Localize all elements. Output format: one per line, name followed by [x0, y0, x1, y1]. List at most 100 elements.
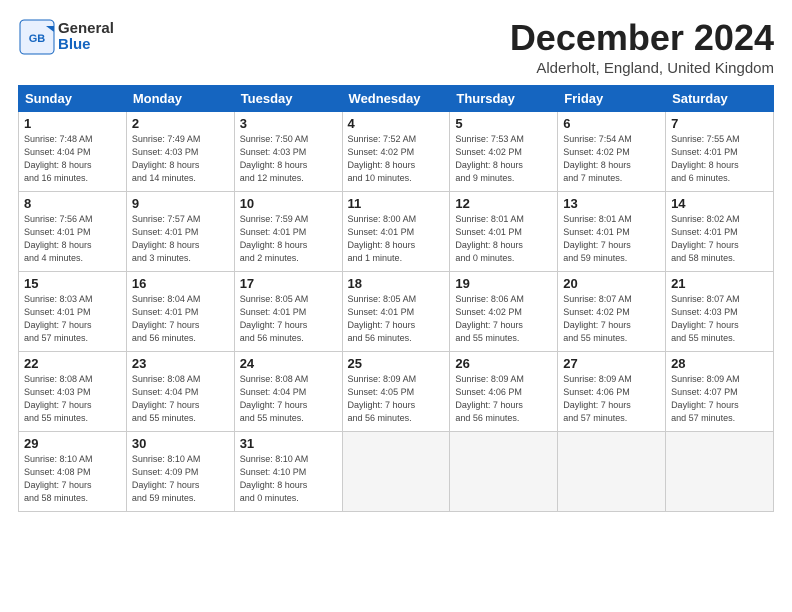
day-info: Sunrise: 8:06 AMSunset: 4:02 PMDaylight:…	[455, 293, 552, 345]
day-number: 1	[24, 116, 121, 131]
day-info: Sunrise: 7:55 AMSunset: 4:01 PMDaylight:…	[671, 133, 768, 185]
calendar-cell: 30Sunrise: 8:10 AMSunset: 4:09 PMDayligh…	[126, 431, 234, 511]
day-number: 21	[671, 276, 768, 291]
day-info: Sunrise: 8:08 AMSunset: 4:03 PMDaylight:…	[24, 373, 121, 425]
day-info: Sunrise: 8:04 AMSunset: 4:01 PMDaylight:…	[132, 293, 229, 345]
day-number: 17	[240, 276, 337, 291]
day-number: 26	[455, 356, 552, 371]
calendar-week-4: 22 Sunrise: 8:08 AMSunset: 4:03 PMDayligh…	[19, 351, 774, 431]
day-info: Sunrise: 8:10 AMSunset: 4:09 PMDaylight:…	[132, 453, 229, 505]
day-info: Sunrise: 7:56 AMSunset: 4:01 PMDaylight:…	[24, 213, 121, 265]
weekday-row: Sunday Monday Tuesday Wednesday Thursday…	[19, 85, 774, 111]
day-number: 13	[563, 196, 660, 211]
month-title: December 2024	[510, 18, 774, 58]
day-info: Sunrise: 8:10 AMSunset: 4:08 PMDaylight:…	[24, 453, 121, 505]
location: Alderholt, England, United Kingdom	[510, 60, 774, 77]
calendar-cell: 11Sunrise: 8:00 AMSunset: 4:01 PMDayligh…	[342, 191, 450, 271]
day-number: 12	[455, 196, 552, 211]
day-number: 6	[563, 116, 660, 131]
day-info: Sunrise: 8:00 AMSunset: 4:01 PMDaylight:…	[348, 213, 445, 265]
calendar-cell: 18 Sunrise: 8:05 AMSunset: 4:01 PMDayligh…	[342, 271, 450, 351]
calendar-cell: 16 Sunrise: 8:04 AMSunset: 4:01 PMDayligh…	[126, 271, 234, 351]
day-number: 27	[563, 356, 660, 371]
calendar-week-1: 1 Sunrise: 7:48 AMSunset: 4:04 PMDaylight…	[19, 111, 774, 191]
day-info: Sunrise: 7:59 AMSunset: 4:01 PMDaylight:…	[240, 213, 337, 265]
calendar-cell: 1 Sunrise: 7:48 AMSunset: 4:04 PMDaylight…	[19, 111, 127, 191]
calendar-cell: 24 Sunrise: 8:08 AMSunset: 4:04 PMDayligh…	[234, 351, 342, 431]
day-info: Sunrise: 7:50 AMSunset: 4:03 PMDaylight:…	[240, 133, 337, 185]
day-info: Sunrise: 8:09 AMSunset: 4:06 PMDaylight:…	[455, 373, 552, 425]
day-number: 3	[240, 116, 337, 131]
col-thursday: Thursday	[450, 85, 558, 111]
day-info: Sunrise: 8:01 AMSunset: 4:01 PMDaylight:…	[563, 213, 660, 265]
day-number: 29	[24, 436, 121, 451]
calendar-week-5: 29 Sunrise: 8:10 AMSunset: 4:08 PMDayligh…	[19, 431, 774, 511]
calendar-cell: 4 Sunrise: 7:52 AMSunset: 4:02 PMDaylight…	[342, 111, 450, 191]
day-info: Sunrise: 8:09 AMSunset: 4:05 PMDaylight:…	[348, 373, 445, 425]
day-number: 16	[132, 276, 229, 291]
col-monday: Monday	[126, 85, 234, 111]
day-number: 9	[132, 196, 229, 211]
calendar-cell: 19 Sunrise: 8:06 AMSunset: 4:02 PMDayligh…	[450, 271, 558, 351]
day-number: 10	[240, 196, 337, 211]
logo-blue: Blue	[58, 36, 91, 53]
day-info: Sunrise: 8:03 AMSunset: 4:01 PMDaylight:…	[24, 293, 121, 345]
calendar-cell: 2 Sunrise: 7:49 AMSunset: 4:03 PMDaylight…	[126, 111, 234, 191]
logo-text-block: General Blue	[58, 21, 114, 54]
calendar-page: GB General Blue December 2024 Alderholt,…	[0, 0, 792, 612]
day-number: 22	[24, 356, 121, 371]
calendar-cell: 15 Sunrise: 8:03 AMSunset: 4:01 PMDayligh…	[19, 271, 127, 351]
day-info: Sunrise: 7:53 AMSunset: 4:02 PMDaylight:…	[455, 133, 552, 185]
logo-general: General	[58, 20, 114, 37]
day-number: 18	[348, 276, 445, 291]
calendar-cell: 31Sunrise: 8:10 AMSunset: 4:10 PMDayligh…	[234, 431, 342, 511]
day-number: 28	[671, 356, 768, 371]
calendar-cell: 8 Sunrise: 7:56 AMSunset: 4:01 PMDaylight…	[19, 191, 127, 271]
day-info: Sunrise: 8:08 AMSunset: 4:04 PMDaylight:…	[132, 373, 229, 425]
day-info: Sunrise: 8:07 AMSunset: 4:02 PMDaylight:…	[563, 293, 660, 345]
col-friday: Friday	[558, 85, 666, 111]
calendar-table: Sunday Monday Tuesday Wednesday Thursday…	[18, 85, 774, 512]
col-sunday: Sunday	[19, 85, 127, 111]
title-block: December 2024 Alderholt, England, United…	[510, 18, 774, 77]
day-number: 14	[671, 196, 768, 211]
calendar-cell: 14 Sunrise: 8:02 AMSunset: 4:01 PMDayligh…	[666, 191, 774, 271]
day-info: Sunrise: 8:05 AMSunset: 4:01 PMDaylight:…	[348, 293, 445, 345]
day-number: 7	[671, 116, 768, 131]
calendar-cell	[450, 431, 558, 511]
calendar-cell: 25Sunrise: 8:09 AMSunset: 4:05 PMDayligh…	[342, 351, 450, 431]
day-number: 24	[240, 356, 337, 371]
day-info: Sunrise: 8:10 AMSunset: 4:10 PMDaylight:…	[240, 453, 337, 505]
day-info: Sunrise: 8:01 AMSunset: 4:01 PMDaylight:…	[455, 213, 552, 265]
calendar-cell	[558, 431, 666, 511]
day-number: 4	[348, 116, 445, 131]
calendar-week-3: 15 Sunrise: 8:03 AMSunset: 4:01 PMDayligh…	[19, 271, 774, 351]
calendar-header: Sunday Monday Tuesday Wednesday Thursday…	[19, 85, 774, 111]
day-info: Sunrise: 8:02 AMSunset: 4:01 PMDaylight:…	[671, 213, 768, 265]
calendar-cell: 7 Sunrise: 7:55 AMSunset: 4:01 PMDaylight…	[666, 111, 774, 191]
col-tuesday: Tuesday	[234, 85, 342, 111]
calendar-cell: 29 Sunrise: 8:10 AMSunset: 4:08 PMDayligh…	[19, 431, 127, 511]
day-info: Sunrise: 7:52 AMSunset: 4:02 PMDaylight:…	[348, 133, 445, 185]
header: GB General Blue December 2024 Alderholt,…	[18, 18, 774, 77]
day-info: Sunrise: 8:08 AMSunset: 4:04 PMDaylight:…	[240, 373, 337, 425]
calendar-cell: 21Sunrise: 8:07 AMSunset: 4:03 PMDayligh…	[666, 271, 774, 351]
calendar-cell: 10 Sunrise: 7:59 AMSunset: 4:01 PMDayligh…	[234, 191, 342, 271]
logo: GB General Blue	[18, 18, 114, 56]
day-number: 8	[24, 196, 121, 211]
logo-icon: GB	[18, 18, 56, 56]
day-number: 15	[24, 276, 121, 291]
day-info: Sunrise: 7:57 AMSunset: 4:01 PMDaylight:…	[132, 213, 229, 265]
day-number: 19	[455, 276, 552, 291]
calendar-cell: 12 Sunrise: 8:01 AMSunset: 4:01 PMDayligh…	[450, 191, 558, 271]
day-info: Sunrise: 7:54 AMSunset: 4:02 PMDaylight:…	[563, 133, 660, 185]
day-info: Sunrise: 8:09 AMSunset: 4:07 PMDaylight:…	[671, 373, 768, 425]
day-info: Sunrise: 7:48 AMSunset: 4:04 PMDaylight:…	[24, 133, 121, 185]
day-number: 2	[132, 116, 229, 131]
calendar-cell: 3 Sunrise: 7:50 AMSunset: 4:03 PMDaylight…	[234, 111, 342, 191]
calendar-cell: 5Sunrise: 7:53 AMSunset: 4:02 PMDaylight…	[450, 111, 558, 191]
col-wednesday: Wednesday	[342, 85, 450, 111]
day-info: Sunrise: 7:49 AMSunset: 4:03 PMDaylight:…	[132, 133, 229, 185]
calendar-cell: 17Sunrise: 8:05 AMSunset: 4:01 PMDayligh…	[234, 271, 342, 351]
calendar-cell	[342, 431, 450, 511]
